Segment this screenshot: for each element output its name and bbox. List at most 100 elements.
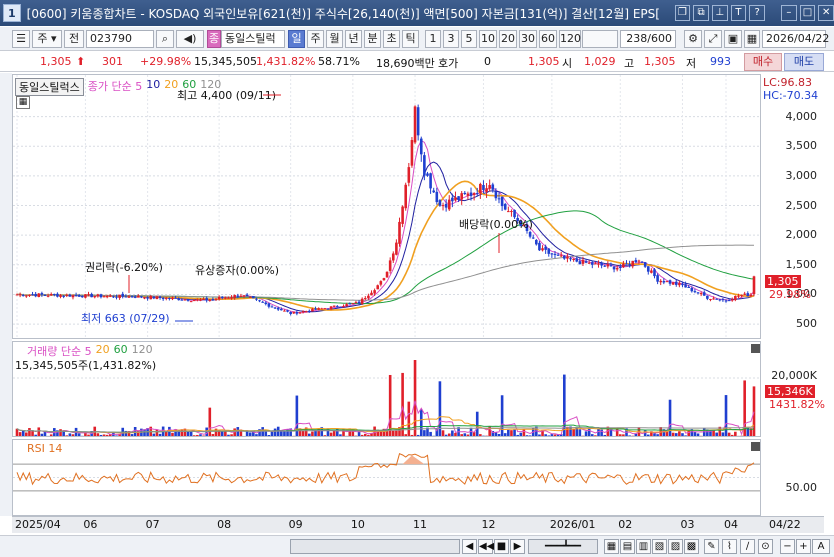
sound-icon[interactable]: ◀) (176, 30, 204, 48)
draw-icon[interactable]: ✎ (704, 539, 719, 554)
candle-body (615, 268, 619, 270)
font-icon[interactable]: T (730, 5, 747, 21)
prev-button[interactable]: 전 (64, 30, 84, 48)
sell-button[interactable]: 매도 (784, 53, 824, 71)
interval-button-120[interactable]: 120 (559, 30, 581, 48)
magnet-icon[interactable]: ⊙ (758, 539, 773, 554)
candle-body (112, 296, 115, 298)
chart-toolbar: ☰ 주 ▾ 전 023790 ⌕ ◀) 종 동일스틸럭 238/600 ⚙ ⤢ … (0, 27, 834, 51)
volume-bar (671, 432, 675, 436)
candle-body (563, 255, 566, 259)
period-button-5[interactable]: 초 (383, 30, 400, 48)
candle-body (743, 293, 746, 295)
zoom-slider[interactable]: ━━━┻━━ (528, 539, 598, 554)
interval-button-30[interactable]: 30 (519, 30, 537, 48)
candle-body (454, 197, 457, 201)
copy-icon[interactable]: ⧉ (693, 5, 709, 21)
ma5-label[interactable]: 종가 단순 5 (88, 78, 142, 96)
candle-body (435, 191, 439, 203)
period-button-0[interactable]: 일 (288, 30, 305, 48)
save-icon[interactable]: ▣ (724, 30, 742, 48)
candle-body (62, 295, 65, 297)
panel-close-icon[interactable] (751, 344, 760, 353)
help-icon[interactable]: ? (749, 5, 765, 21)
ma10-label[interactable]: 10 (146, 78, 160, 96)
chart-menu-icon[interactable]: ☰ (12, 30, 30, 48)
period-button-1[interactable]: 주 (307, 30, 324, 48)
volume-bar (419, 409, 423, 436)
lc-value: LC:96.83 (763, 76, 813, 89)
candle-body (96, 294, 100, 297)
period-button-4[interactable]: 분 (364, 30, 381, 48)
ma20-label[interactable]: 20 (164, 78, 178, 96)
x-tick-label: 09 (288, 518, 303, 531)
ma120-label[interactable]: 120 (200, 78, 221, 96)
volume-bar (444, 434, 448, 436)
scrollbar-track[interactable] (290, 539, 460, 554)
interval-button-10[interactable]: 10 (479, 30, 497, 48)
interval-button-5[interactable]: 5 (461, 30, 477, 48)
play-icon[interactable]: ▶ (510, 539, 525, 554)
price-legend: 동일스틸럭스 종가 단순 5 10 20 60 120 (15, 78, 221, 96)
volume-bar (245, 431, 249, 436)
candle-body (410, 140, 414, 166)
line-icon[interactable]: ∕ (740, 539, 755, 554)
candle-body (718, 299, 722, 301)
candle-body (429, 173, 432, 189)
close-icon[interactable]: ✕ (818, 5, 834, 21)
rsi-label[interactable]: RSI 14 (27, 442, 62, 455)
volume-bar (34, 434, 37, 436)
layout4-icon[interactable]: ▨ (668, 539, 683, 554)
period-button-2[interactable]: 월 (326, 30, 343, 48)
layout5-icon[interactable]: ▩ (684, 539, 699, 554)
scroll-left-icon[interactable]: ◀ (462, 539, 477, 554)
candle-body (715, 298, 718, 300)
volume-bar (696, 433, 700, 436)
stock-label[interactable]: 동일스틸럭스 (15, 78, 84, 96)
stop-icon[interactable]: ■ (494, 539, 509, 554)
rsi-line (16, 453, 755, 486)
buy-button[interactable]: 매수 (744, 53, 782, 71)
candle-body (569, 258, 572, 260)
volume-bar (646, 434, 650, 436)
panel-close-icon[interactable] (751, 442, 760, 451)
date-field[interactable]: 2026/04/22 (762, 30, 829, 48)
minimize-icon[interactable]: – (781, 5, 797, 21)
period-button-6[interactable]: 틱 (402, 30, 419, 48)
candle-body (252, 296, 255, 299)
count-field[interactable]: 238/600 (620, 30, 676, 48)
maximize-icon[interactable]: □ (799, 5, 816, 21)
compare-icon[interactable]: ⤢ (704, 30, 722, 48)
zoom-in-icon[interactable]: + (796, 539, 811, 554)
ma60-label[interactable]: 60 (182, 78, 196, 96)
interval-button-20[interactable]: 20 (499, 30, 517, 48)
chart-type-icon[interactable]: ⌇ (722, 539, 737, 554)
interval-button-1[interactable]: 1 (425, 30, 441, 48)
interval-input[interactable] (582, 30, 618, 48)
interval-button-60[interactable]: 60 (539, 30, 557, 48)
volume-bar (40, 433, 44, 436)
hoga-label: 호가 (438, 57, 459, 70)
candle-body (248, 296, 252, 298)
calendar-icon[interactable]: ▦ (744, 30, 760, 48)
layout-icon[interactable]: ▤ (620, 539, 635, 554)
text-size-icon[interactable]: A (812, 539, 830, 554)
search-icon[interactable]: ⌕ (156, 30, 174, 48)
table-icon[interactable]: ▦ (16, 96, 30, 109)
zoom-out-icon[interactable]: − (780, 539, 795, 554)
settings-icon[interactable]: ⚙ (684, 30, 702, 48)
grid-icon[interactable]: ▦ (604, 539, 619, 554)
period-button-3[interactable]: 년 (345, 30, 362, 48)
volume-bar (18, 432, 22, 436)
pin-icon[interactable]: ⊥ (711, 5, 728, 21)
restore-icon[interactable]: ❐ (674, 5, 691, 21)
candle-body (37, 293, 41, 297)
market-select[interactable]: 주 ▾ (32, 30, 62, 48)
interval-button-3[interactable]: 3 (443, 30, 459, 48)
candle-body (211, 299, 215, 301)
stock-code-input[interactable]: 023790 (86, 30, 154, 48)
volume-bar (475, 411, 479, 436)
layout3-icon[interactable]: ▧ (652, 539, 667, 554)
layout2-icon[interactable]: ▥ (636, 539, 651, 554)
rewind-icon[interactable]: ◀◀ (478, 539, 494, 554)
